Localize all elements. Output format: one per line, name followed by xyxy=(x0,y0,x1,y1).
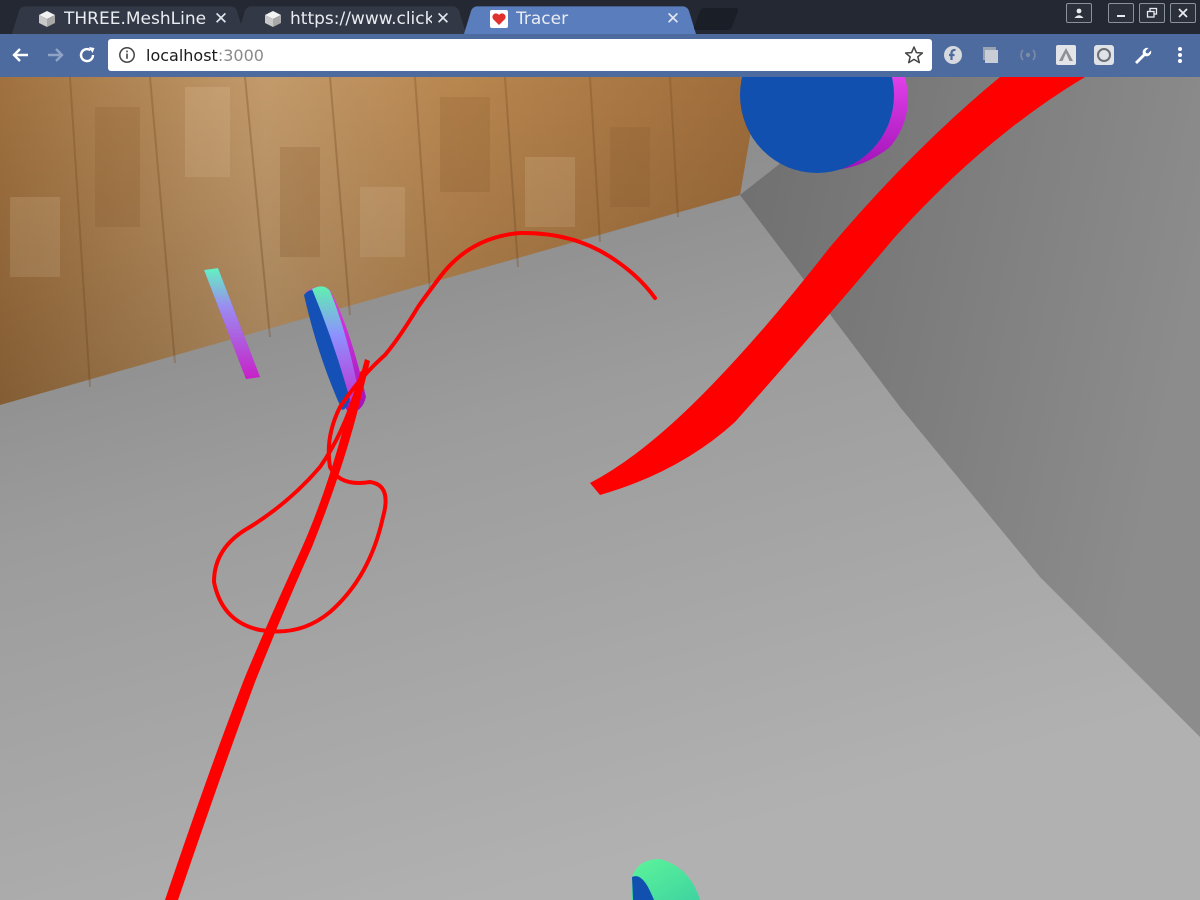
url-port: :3000 xyxy=(217,45,264,65)
close-icon[interactable]: ✕ xyxy=(662,9,684,29)
tab-tracer[interactable]: Tracer ✕ xyxy=(464,4,696,34)
url-host: localhost xyxy=(146,45,218,65)
triangle-extension-icon[interactable] xyxy=(1055,44,1077,66)
fedora-extension-icon[interactable] xyxy=(942,44,964,66)
tab-strip: THREE.MeshLine - D ✕ https://www.clickto… xyxy=(0,0,1200,34)
webgl-canvas[interactable] xyxy=(0,77,1200,900)
cube-icon xyxy=(264,10,282,28)
tab-clickto[interactable]: https://www.clickto ✕ xyxy=(238,4,466,34)
wrench-icon[interactable] xyxy=(1131,44,1153,66)
heart-icon xyxy=(490,10,508,28)
menu-icon[interactable] xyxy=(1169,44,1191,66)
profile-icon[interactable] xyxy=(1066,3,1092,23)
info-icon[interactable] xyxy=(114,46,140,64)
reload-icon[interactable] xyxy=(74,42,100,68)
close-window-icon[interactable] xyxy=(1170,3,1196,23)
restore-icon[interactable] xyxy=(1139,3,1165,23)
close-icon[interactable]: ✕ xyxy=(210,9,232,29)
tab-title: THREE.MeshLine - D xyxy=(64,9,210,29)
scene-render xyxy=(0,77,1200,900)
address-bar[interactable]: localhost:3000 xyxy=(108,39,932,71)
broadcast-extension-icon[interactable] xyxy=(1017,44,1039,66)
new-tab-button[interactable] xyxy=(692,8,740,30)
separator xyxy=(1097,3,1103,23)
star-icon[interactable] xyxy=(904,45,924,69)
tab-threemeshline[interactable]: THREE.MeshLine - D ✕ xyxy=(12,4,244,34)
minimize-icon[interactable] xyxy=(1108,3,1134,23)
forward-arrow-icon[interactable] xyxy=(42,42,68,68)
close-icon[interactable]: ✕ xyxy=(432,9,454,29)
record-extension-icon[interactable] xyxy=(1093,44,1115,66)
back-arrow-icon[interactable] xyxy=(8,42,34,68)
tab-title: Tracer xyxy=(516,9,569,29)
window-controls xyxy=(1066,3,1196,23)
stack-extension-icon[interactable] xyxy=(979,44,1001,66)
browser-toolbar: localhost:3000 xyxy=(0,34,1200,77)
url-text: localhost:3000 xyxy=(146,46,264,65)
cube-icon xyxy=(38,10,56,28)
tab-title: https://www.clickto xyxy=(290,9,432,29)
